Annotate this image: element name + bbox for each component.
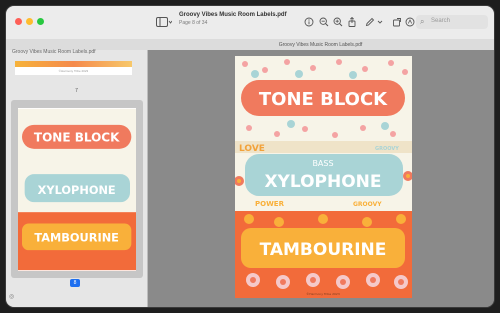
sidebar-toggle-icon[interactable] [156,17,172,28]
title-bar: Groovy Vibes Music Room Labels.pdf Page … [6,6,494,40]
svg-text:XYLOPHONE: XYLOPHONE [38,183,116,197]
page-indicator: Page 8 of 34 [179,20,208,26]
label-xylophone: XYLOPHONE [264,172,381,192]
markup-pen-icon[interactable] [365,17,375,27]
minimize-window-button[interactable] [26,18,33,25]
close-window-button[interactable] [15,18,22,25]
thumbnail-footer: ©Harmony Tribe 2023 [58,69,89,73]
thumbnail-page-7[interactable]: ©Harmony Tribe 2023 [15,61,132,75]
page-footer: ©Harmony Tribe 2023 [306,292,340,296]
thumbnail-art [15,61,132,67]
decor-groovy-1: GROOVY [375,146,399,152]
svg-text:TAMBOURINE: TAMBOURINE [34,231,119,245]
search-field[interactable]: ⌕ Search [416,15,488,29]
markup-menu-chevron-icon[interactable] [377,17,383,27]
rotate-icon[interactable] [392,17,402,27]
search-placeholder: Search [431,18,451,24]
thumbnail-page-number: 7 [75,88,78,94]
pdf-page: TONE BLOCK LOVE GROOVY BASS XYLOPHONE PO… [235,56,412,298]
label-bass: BASS [312,159,333,168]
maximize-window-button[interactable] [37,18,44,25]
annotate-icon[interactable] [405,17,415,27]
info-icon[interactable] [304,17,314,27]
decor-love: LOVE [239,144,265,154]
label-tambourine: TAMBOURINE [260,240,387,260]
sidebar-options-icon[interactable]: ◎ [9,293,14,300]
document-view[interactable]: TONE BLOCK LOVE GROOVY BASS XYLOPHONE PO… [148,50,494,307]
preview-window: Groovy Vibes Music Room Labels.pdf Page … [6,6,494,307]
thumbnail-sidebar[interactable]: ©Harmony Tribe 2023 7 TONE BLOCK XYLOPHO… [6,50,148,307]
decor-power: POWER [255,200,285,208]
decor-groovy-2: GROOVY [353,201,382,208]
zoom-in-icon[interactable] [333,17,343,27]
document-title: Groovy Vibes Music Room Labels.pdf [179,12,287,18]
current-page-badge: 8 [70,279,80,287]
content-header-title: Groovy Vibes Music Room Labels.pdf [278,42,363,48]
label-sheet-art: TONE BLOCK LOVE GROOVY BASS XYLOPHONE PO… [235,56,412,298]
search-icon: ⌕ [420,17,425,26]
thumbnail-label-art: TONE BLOCK XYLOPHONE TAMBOURINE [18,108,136,271]
svg-text:TONE BLOCK: TONE BLOCK [34,131,120,145]
zoom-out-icon[interactable] [319,17,329,27]
thumbnail-page-8[interactable]: TONE BLOCK XYLOPHONE TAMBOURINE [18,108,136,271]
sidebar-header-title: Groovy Vibes Music Room Labels.pdf [12,49,96,55]
share-icon[interactable] [347,17,357,27]
label-tone-block: TONE BLOCK [259,89,388,110]
